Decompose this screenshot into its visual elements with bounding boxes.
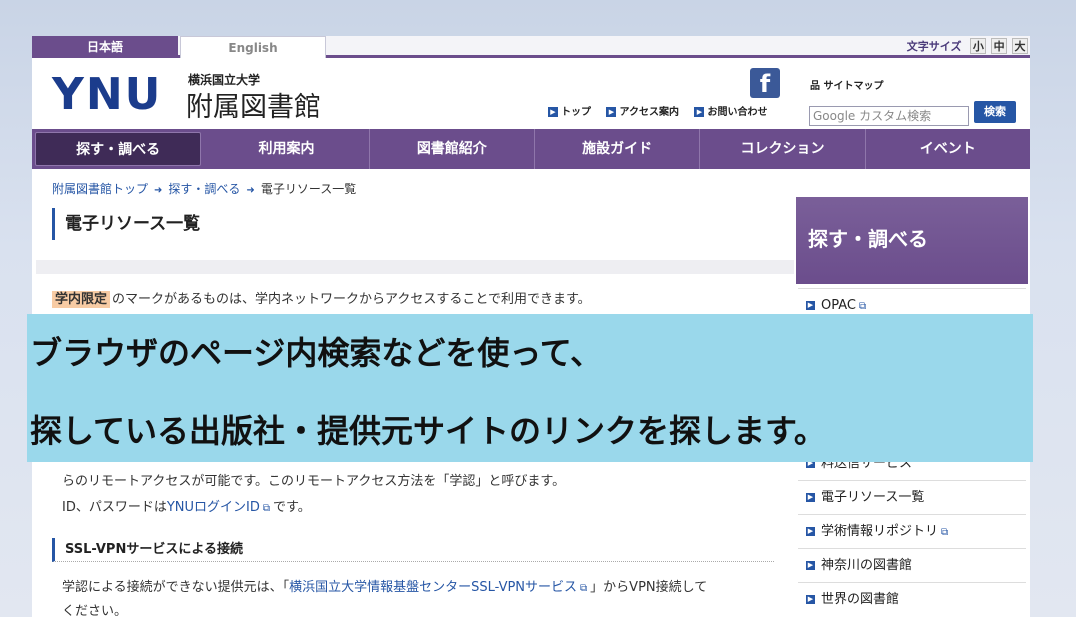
external-link-icon: ⧉ [941,527,949,538]
text-size-small-button[interactable]: 小 [970,38,987,54]
arrow-icon: ▶ [806,493,815,502]
breadcrumb-current: 電子リソース一覧 [260,182,357,196]
arrow-icon: ▶ [694,107,705,117]
arrow-icon: ▶ [806,527,815,536]
external-link-icon: ⧉ [580,583,588,594]
ssl-vpn-heading: SSL-VPNサービスによる接続 [52,538,774,562]
overlay-line-2: 探している出版社・提供元サイトのリンクを探します。 [30,412,826,450]
header-link-top[interactable]: ▶ トップ [548,107,591,118]
header-links: ▶ トップ ▶ アクセス案内 ▶ お問い合わせ [548,103,779,118]
text-size-large-button[interactable]: 大 [1012,38,1028,54]
text-size-label: 文字サイズ [906,40,962,53]
access-notice: 学内限定 のマークがあるものは、学内ネットワークからアクセスすることで利用できます… [52,288,591,308]
title-divider [36,260,794,274]
arrow-icon: ▶ [806,561,815,570]
sidebar-item-repository[interactable]: ▶ 学術情報リポジトリ ⧉ [798,514,1026,548]
text-size-controls: 文字サイズ 小 中 大 [907,38,1028,54]
ssl-vpn-link[interactable]: 横浜国立大学情報基盤センターSSL-VPNサービス [289,580,577,595]
body-line-remote-access: らのリモートアクセスが可能です。このリモートアクセス方法を「学認」と呼びます。 [62,474,566,489]
ynu-logo[interactable]: YNU [52,69,162,120]
sidebar-item-e-resources[interactable]: ▶ 電子リソース一覧 [798,480,1026,514]
logo-library-name[interactable]: 附属図書館 [186,85,321,124]
sitemap-link[interactable]: 品 サイトマップ [810,77,883,92]
nav-item-usage[interactable]: 利用案内 [204,129,370,169]
language-bar: 日本語 English 文字サイズ 小 中 大 [32,36,1030,58]
breadcrumb-home[interactable]: 附属図書館トップ [52,182,148,196]
nav-item-collection[interactable]: コレクション [700,129,866,169]
sitemap-icon: 品 [810,81,820,92]
facebook-icon[interactable]: f [750,68,780,98]
breadcrumb: 附属図書館トップ ➜ 探す・調べる ➜ 電子リソース一覧 [52,180,356,197]
main-nav: 探す・調べる 利用案内 図書館紹介 施設ガイド コレクション イベント [32,129,1030,169]
body-line-please: ください。 [62,604,128,617]
search-button[interactable]: 検索 [974,101,1016,123]
text-size-medium-button[interactable]: 中 [991,38,1008,54]
overlay-line-1: ブラウザのページ内検索などを使って、 [30,334,603,372]
sidebar-item-world-libraries[interactable]: ▶ 世界の図書館 [798,582,1026,616]
campus-only-badge: 学内限定 [52,291,111,308]
ynu-login-id-link[interactable]: YNUログインID [167,500,260,515]
nav-item-search[interactable]: 探す・調べる [35,132,202,166]
sidebar-title: 探す・調べる [796,197,1028,284]
body-line-vpn: 学認による接続ができない提供元は、「横浜国立大学情報基盤センターSSL-VPNサ… [62,580,708,595]
search-input[interactable]: Google カスタム検索 [809,106,969,126]
lang-tab-english[interactable]: English [180,36,326,58]
lang-tab-japanese[interactable]: 日本語 [32,36,178,58]
header-link-contact[interactable]: ▶ お問い合わせ [694,107,767,118]
arrow-icon: ▶ [806,301,815,310]
breadcrumb-parent[interactable]: 探す・調べる [168,182,240,196]
site-header: YNU 横浜国立大学 附属図書館 f ▶ トップ ▶ アクセス案内 ▶ お問い合わせ … [32,61,1030,129]
access-notice-text: のマークがあるものは、学内ネットワークからアクセスすることで利用できます。 [112,292,591,307]
page-title: 電子リソース一覧 [52,208,200,240]
body-line-login-id: ID、パスワードはYNUログインID ⧉ です。 [62,500,311,515]
header-link-access[interactable]: ▶ アクセス案内 [606,107,679,118]
sidebar-item-kanagawa-libraries[interactable]: ▶ 神奈川の図書館 [798,548,1026,582]
nav-item-about[interactable]: 図書館紹介 [370,129,535,169]
nav-item-facilities[interactable]: 施設ガイド [535,129,701,169]
external-link-icon: ⧉ [262,503,271,514]
arrow-icon: ▶ [806,595,815,604]
arrow-icon: ▶ [606,107,617,117]
breadcrumb-arrow-icon: ➜ [246,185,255,196]
instruction-overlay: ブラウザのページ内検索などを使って、 探している出版社・提供元サイトのリンクを探… [27,314,1033,462]
breadcrumb-arrow-icon: ➜ [154,185,163,196]
nav-item-events[interactable]: イベント [866,129,1030,169]
arrow-icon: ▶ [548,107,558,117]
